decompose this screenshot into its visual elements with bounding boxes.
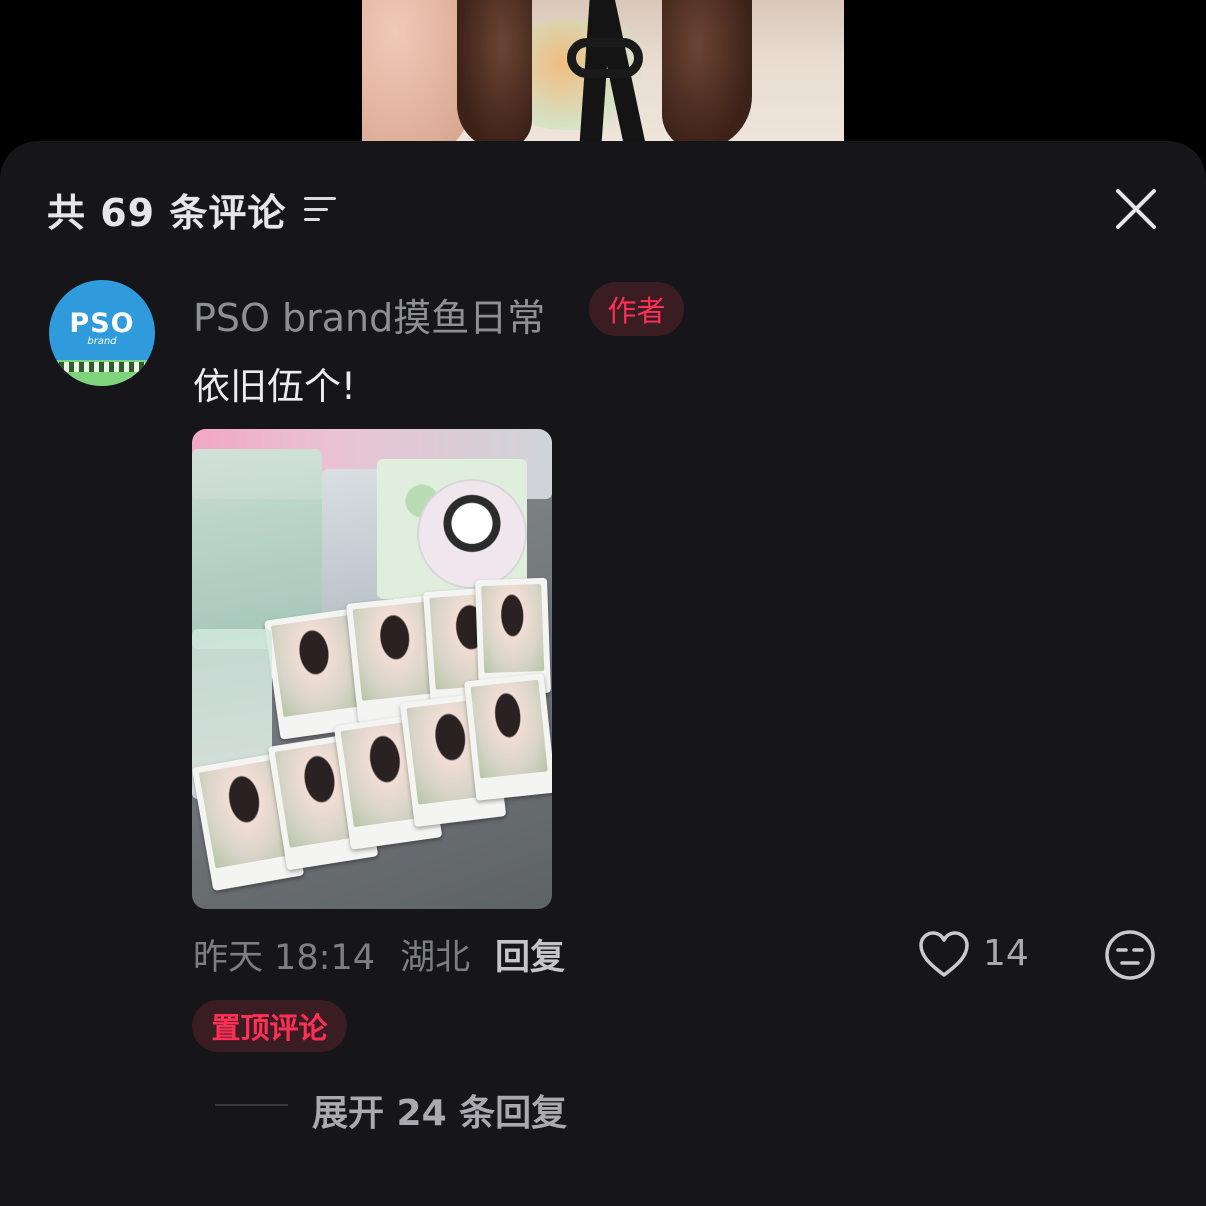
video-frame bbox=[362, 0, 844, 160]
like-count: 14 bbox=[983, 933, 1029, 974]
comment-meta: 昨天 18:14 湖北 bbox=[193, 929, 470, 980]
comment-location: 湖北 bbox=[400, 938, 471, 978]
video-hair-left bbox=[457, 0, 532, 150]
reply-button[interactable]: 回复 bbox=[495, 929, 565, 980]
video-lanyard-clip bbox=[567, 38, 643, 78]
image-photo-card bbox=[463, 673, 552, 801]
close-icon[interactable] bbox=[1113, 186, 1159, 232]
video-hair-right bbox=[662, 0, 752, 150]
comment-count-title: 共 69 条评论 bbox=[47, 190, 287, 235]
dislike-face-icon[interactable] bbox=[1104, 929, 1156, 981]
avatar[interactable]: PSO brand bbox=[49, 280, 155, 386]
comment-image[interactable] bbox=[192, 429, 552, 909]
comment-text: 依旧伍个! bbox=[193, 365, 356, 408]
avatar-logo-text: PSO bbox=[69, 308, 135, 339]
image-pin-badge bbox=[417, 479, 527, 589]
sort-filter-icon[interactable] bbox=[304, 194, 337, 224]
avatar-logo-subtext: brand bbox=[87, 336, 117, 347]
pinned-comment-badge: 置顶评论 bbox=[192, 1000, 347, 1052]
expand-divider-line bbox=[215, 1104, 288, 1106]
author-badge: 作者 bbox=[589, 282, 684, 336]
video-arm-shape bbox=[362, 0, 472, 160]
comment-username[interactable]: PSO brand摸鱼日常 bbox=[193, 287, 545, 342]
heart-icon[interactable] bbox=[918, 930, 970, 978]
avatar-checker-pattern bbox=[59, 362, 145, 372]
video-preview-area[interactable] bbox=[0, 0, 1206, 160]
comments-sheet: 共 69 条评论 PSO brand PSO brand摸鱼日常 作者 依旧伍个… bbox=[0, 141, 1206, 1206]
expand-replies-button[interactable]: 展开 24 条回复 bbox=[312, 1084, 567, 1136]
comments-header: 共 69 条评论 bbox=[47, 185, 337, 235]
comment-time: 昨天 18:14 bbox=[193, 938, 375, 978]
